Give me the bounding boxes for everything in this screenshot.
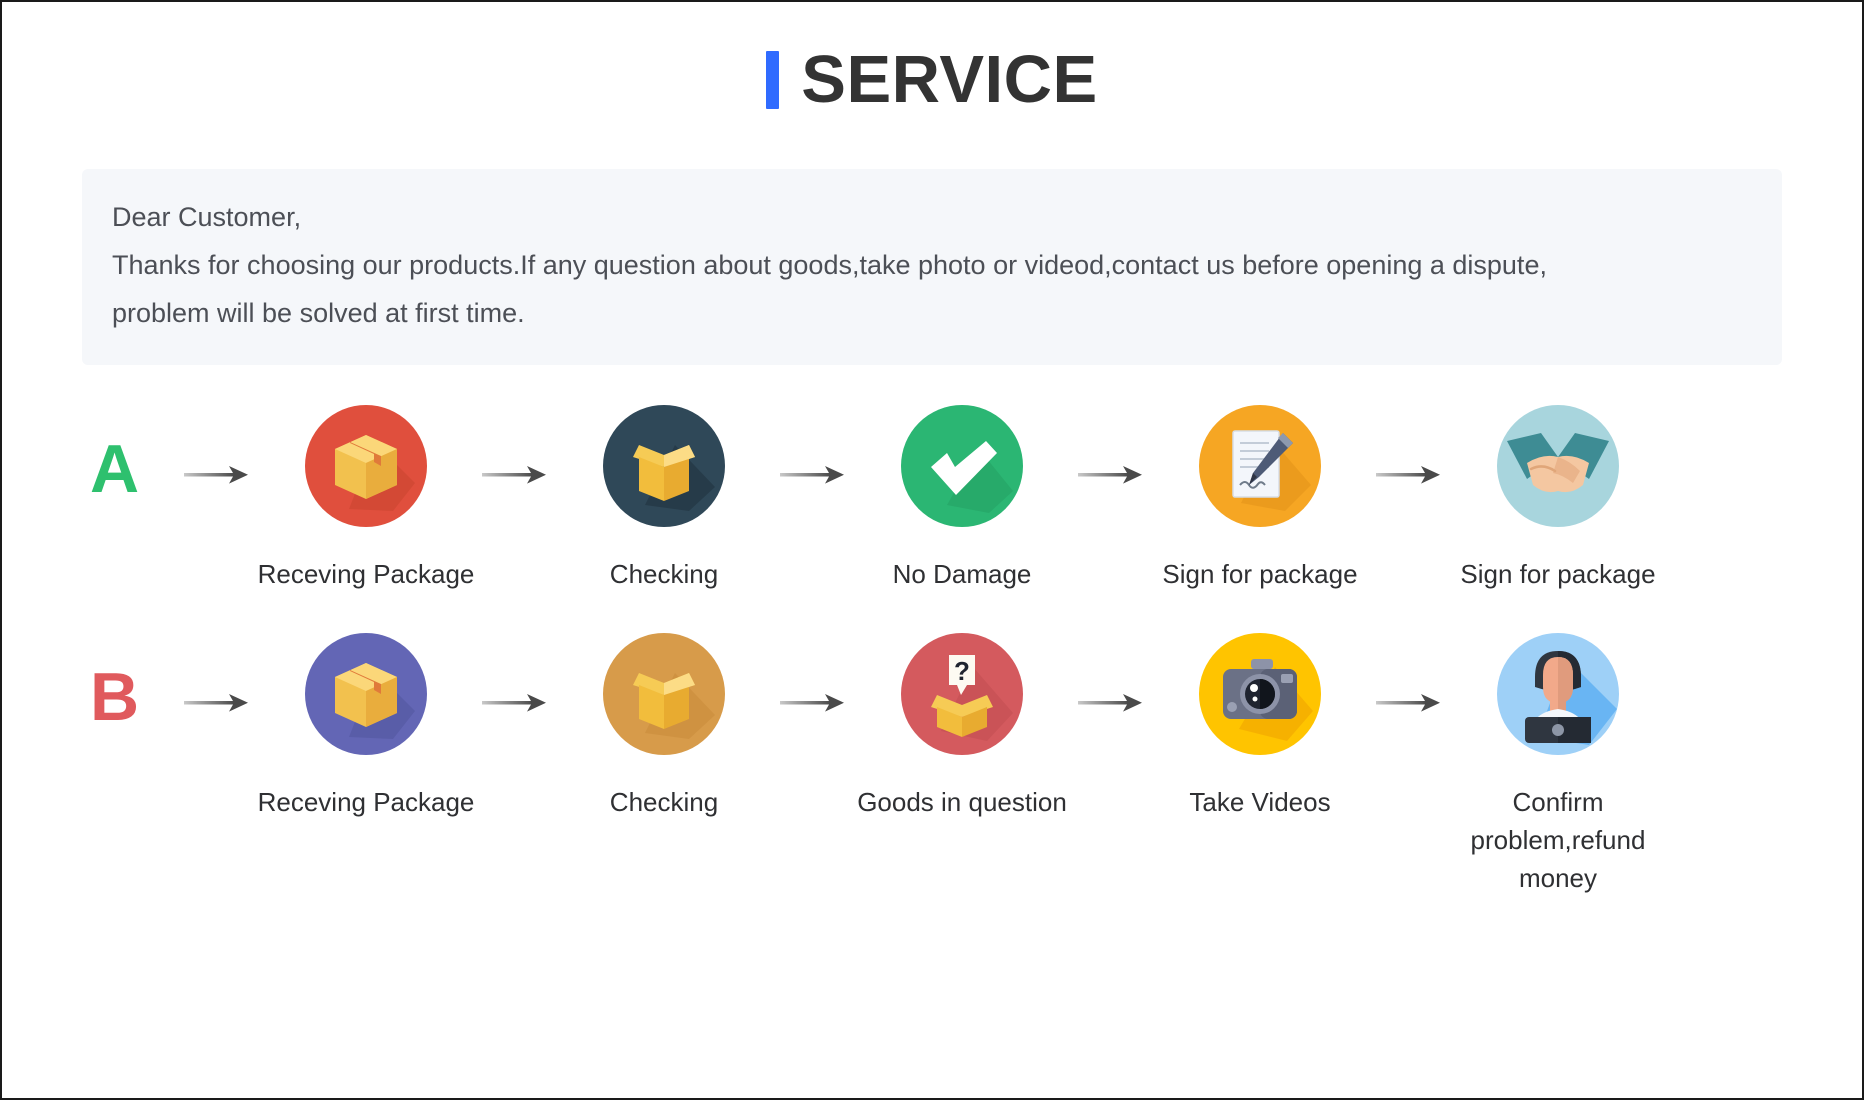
arrow-icon — [770, 405, 856, 545]
notice-line-3: problem will be solved at first time. — [112, 298, 525, 328]
flow-step-label: Confirm problem,refund money — [1470, 787, 1646, 893]
page-title-text: SERVICE — [801, 42, 1098, 117]
flow-step: Confirm problem,refund money — [1452, 633, 1664, 897]
support-agent-icon — [1497, 633, 1619, 755]
notice-line-1: Dear Customer, — [112, 202, 302, 232]
flow-step-label: Receving Package — [257, 787, 475, 817]
flow-step-label: Checking — [609, 787, 719, 817]
flow-step-label: Take Videos — [1189, 787, 1331, 817]
flow-step-label: Sign for package — [1162, 559, 1358, 589]
arrow-icon — [770, 633, 856, 773]
page-title: SERVICE — [2, 2, 1862, 123]
customer-notice-box: Dear Customer, Thanks for choosing our p… — [82, 169, 1782, 365]
camera-icon — [1199, 633, 1321, 755]
svg-text:?: ? — [954, 656, 970, 686]
flow-row-b: B Receving Package Checking ? Goods in q… — [2, 633, 1862, 897]
arrow-icon — [1366, 405, 1452, 545]
arrow-icon — [1068, 633, 1154, 773]
handshake-icon — [1497, 405, 1619, 527]
flow-label-b: B — [90, 659, 140, 735]
flow-step: Checking — [558, 405, 770, 593]
open-box-icon — [603, 405, 725, 527]
flow-diagrams: A Receving Package Checking No Damage Si… — [2, 405, 1862, 897]
flow-step-label: Goods in question — [857, 787, 1067, 817]
flow-step: Sign for package — [1452, 405, 1664, 593]
flow-label-a: A — [90, 431, 140, 507]
flow-step: ? Goods in question — [856, 633, 1068, 821]
flow-step-label: Sign for package — [1460, 559, 1656, 589]
flow-step: No Damage — [856, 405, 1068, 593]
flow-step-label: Receving Package — [257, 559, 475, 589]
package-box-icon — [305, 405, 427, 527]
arrow-icon — [174, 633, 260, 773]
flow-step: Receving Package — [258, 633, 474, 821]
check-mark-icon — [901, 405, 1023, 527]
flow-step: Receving Package — [258, 405, 474, 593]
arrow-icon — [472, 405, 558, 545]
flow-step-label: No Damage — [892, 559, 1032, 589]
sign-document-icon — [1199, 405, 1321, 527]
title-accent-bar — [766, 50, 780, 109]
flow-step: Sign for package — [1154, 405, 1366, 593]
flow-step-label: Checking — [609, 559, 719, 589]
flow-step: Take Videos — [1154, 633, 1366, 821]
service-page: SERVICE Dear Customer, Thanks for choosi… — [0, 0, 1864, 1100]
arrow-icon — [174, 405, 260, 545]
open-box-icon — [603, 633, 725, 755]
flow-step: Checking — [558, 633, 770, 821]
arrow-icon — [472, 633, 558, 773]
arrow-icon — [1068, 405, 1154, 545]
notice-line-2: Thanks for choosing our products.If any … — [112, 250, 1547, 280]
arrow-icon — [1366, 633, 1452, 773]
package-box-icon — [305, 633, 427, 755]
flow-row-a: A Receving Package Checking No Damage Si… — [2, 405, 1862, 593]
question-box-icon: ? — [901, 633, 1023, 755]
